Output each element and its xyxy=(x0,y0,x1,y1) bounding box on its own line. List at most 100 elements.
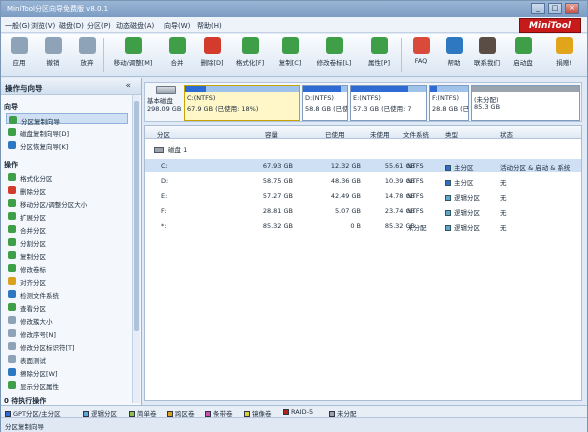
cell-status: 无 xyxy=(500,179,507,187)
partition-segment[interactable]: C:(NTFS) 67.9 GB (已使用: 18%) xyxy=(184,85,300,121)
cell-fs: NTFS xyxy=(407,192,424,200)
sidebar-item[interactable]: 显示分区属性 xyxy=(6,379,128,391)
toolbar-label: 联系我们 xyxy=(474,59,500,67)
table-row[interactable]: E: 57.27 GB 42.49 GB 14.78 GB NTFS 逻辑分区无 xyxy=(145,189,581,202)
column-header-5[interactable]: 类型 xyxy=(445,129,458,139)
disk-info[interactable]: 基本磁盘 298.09 GB xyxy=(147,85,184,121)
sidebar-item-icon xyxy=(8,329,16,337)
partition-segment[interactable]: E:(NTFS) 57.3 GB (已使用: 7 xyxy=(350,85,427,121)
menu-item-0[interactable]: 一般(G) xyxy=(5,21,30,31)
boot-disk-icon xyxy=(514,37,532,54)
toolbar-button-13[interactable]: 启动盘 xyxy=(506,37,540,75)
type-cell: 逻辑分区 xyxy=(445,207,480,217)
menu-item-2[interactable]: 磁盘(D) xyxy=(59,21,84,31)
minimize-button[interactable]: _ xyxy=(531,3,545,14)
partition-segment[interactable]: D:(NTFS) 58.8 GB (已使用: 82 xyxy=(302,85,348,121)
properties-icon xyxy=(370,37,388,54)
type-swatch xyxy=(445,180,451,186)
toolbar: 应用 撤销 放弃 移动/调整[M] 合并 删除[D] 格式化[F] 复制[C] 修改卷标[L] 属… xyxy=(1,34,587,77)
toolbar-button-0[interactable]: 应用 xyxy=(5,37,33,75)
sidebar-item[interactable]: 复制分区 xyxy=(6,249,128,261)
sidebar-item[interactable]: 删除分区 xyxy=(6,184,128,196)
cell-status: 活动分区 & 启动 & 系统 xyxy=(500,164,571,172)
toolbar-button-5[interactable]: 删除[D] xyxy=(197,37,227,75)
sidebar-item[interactable]: 磁盘复制向导[D] xyxy=(6,126,128,138)
toolbar-button-11[interactable]: 帮助 xyxy=(441,37,467,75)
partition-segment[interactable]: (未分配) 85.3 GB xyxy=(471,85,580,121)
partition-segment[interactable]: F:(NTFS) 28.8 GB (已 xyxy=(429,85,469,121)
sidebar-item[interactable]: 分区复制向导 xyxy=(6,113,128,126)
column-header-0[interactable]: 分区 xyxy=(157,129,170,139)
sidebar-item[interactable]: 擦除分区[W] xyxy=(6,366,128,378)
menu-item-4[interactable]: 动态磁盘(A) xyxy=(116,21,154,31)
column-header-1[interactable]: 容量 xyxy=(265,129,278,139)
hard-disk-icon xyxy=(155,86,176,94)
sidebar-item[interactable]: 修改分区标识符[T] xyxy=(6,340,128,352)
table-row[interactable]: F: 28.81 GB 5.07 GB 23.74 GB NTFS 逻辑分区无 xyxy=(145,204,581,217)
type-label: 主分区 xyxy=(454,164,474,172)
sidebar-item[interactable]: 查看分区 xyxy=(6,301,128,313)
sidebar-item[interactable]: 修改簇大小 xyxy=(6,314,128,326)
scroll-thumb[interactable] xyxy=(134,101,139,331)
segment-size: 67.9 GB (已使用: 18%) xyxy=(187,105,259,113)
sidebar-item-label: 查看分区 xyxy=(20,305,46,313)
menu-item-5[interactable]: 向导(W) xyxy=(164,21,190,31)
sidebar-item[interactable]: 修改序号[N] xyxy=(6,327,128,339)
toolbar-button-1[interactable]: 撤销 xyxy=(39,37,67,75)
toolbar-button-10[interactable]: FAQ xyxy=(407,37,435,75)
sidebar-item-icon xyxy=(8,290,16,298)
legend-swatch xyxy=(283,409,289,415)
legend-item: RAID-5 xyxy=(283,408,313,416)
menu-item-3[interactable]: 分区(P) xyxy=(87,21,111,31)
cell-part: C: xyxy=(161,162,168,170)
sidebar-item[interactable]: 检测文件系统 xyxy=(6,288,128,300)
sidebar-item[interactable]: 修改卷标 xyxy=(6,262,128,274)
toolbar-button-2[interactable]: 放弃 xyxy=(73,37,101,75)
toolbar-button-12[interactable]: 联系我们 xyxy=(471,37,503,75)
ops-section-title: 操作 xyxy=(4,161,18,169)
delete-icon xyxy=(203,37,221,54)
sidebar-item[interactable]: 合并分区 xyxy=(6,223,128,235)
sidebar-item-icon xyxy=(8,264,16,272)
sidebar-scrollbar[interactable] xyxy=(132,95,140,403)
type-swatch xyxy=(445,225,451,231)
title-bar: MiniTool分区向导免费版 v8.0.1 _ □ × xyxy=(1,1,587,17)
toolbar-button-14[interactable]: 捐赠! xyxy=(547,37,581,75)
sidebar: 操作与向导 « 向导 操作 0 待执行操作 分区复制向导 磁盘复制向导[D] 分区恢… xyxy=(1,78,142,405)
sidebar-item[interactable]: 移动分区/调整分区大小 xyxy=(6,197,128,209)
toolbar-button-4[interactable]: 合并 xyxy=(163,37,191,75)
disk-row[interactable]: 磁盘 1 xyxy=(154,144,187,154)
sidebar-item[interactable]: 对齐分区 xyxy=(6,275,128,287)
table-row[interactable]: D: 58.75 GB 48.36 GB 10.39 GB NTFS 主分区无 xyxy=(145,174,581,187)
status-text: 分区复制向导 xyxy=(5,423,44,431)
toolbar-button-8[interactable]: 修改卷标[L] xyxy=(311,37,357,75)
sidebar-item[interactable]: 表面测试 xyxy=(6,353,128,365)
column-header-6[interactable]: 状态 xyxy=(500,129,513,139)
sidebar-item-label: 磁盘复制向导[D] xyxy=(20,130,70,138)
toolbar-button-9[interactable]: 属性[P] xyxy=(362,37,396,75)
close-button[interactable]: × xyxy=(565,3,579,14)
toolbar-label: 捐赠! xyxy=(556,59,572,67)
sidebar-item-icon xyxy=(8,199,16,207)
sidebar-item[interactable]: 扩展分区 xyxy=(6,210,128,222)
status-bar: 分区复制向导 xyxy=(1,417,587,432)
cell-used: 12.32 GB xyxy=(330,162,361,170)
type-label: 主分区 xyxy=(454,179,474,187)
menu-item-6[interactable]: 帮助(H) xyxy=(197,21,222,31)
maximize-button[interactable]: □ xyxy=(548,3,562,14)
toolbar-button-7[interactable]: 复制[C] xyxy=(275,37,305,75)
column-header-2[interactable]: 已使用 xyxy=(325,129,345,139)
sidebar-item[interactable]: 格式化分区 xyxy=(6,171,128,183)
toolbar-button-6[interactable]: 格式化[F] xyxy=(231,37,269,75)
toolbar-button-3[interactable]: 移动/调整[M] xyxy=(109,37,157,75)
cell-used: 48.36 GB xyxy=(330,177,361,185)
sidebar-item[interactable]: 分区恢复向导[K] xyxy=(6,139,128,151)
sidebar-item[interactable]: 分割分区 xyxy=(6,236,128,248)
sidebar-item-icon xyxy=(8,173,16,181)
table-row[interactable]: *: 85.32 GB 0 B 85.32 GB 未分配 逻辑分区无 xyxy=(145,219,581,232)
collapse-icon[interactable]: « xyxy=(125,81,131,91)
menu-item-1[interactable]: 浏览(V) xyxy=(31,21,55,31)
table-row[interactable]: C: 67.93 GB 12.32 GB 55.61 GB NTFS 主分区 活动分区 & … xyxy=(145,159,581,172)
column-header-3[interactable]: 未使用 xyxy=(370,129,390,139)
column-header-4[interactable]: 文件系统 xyxy=(403,129,429,139)
